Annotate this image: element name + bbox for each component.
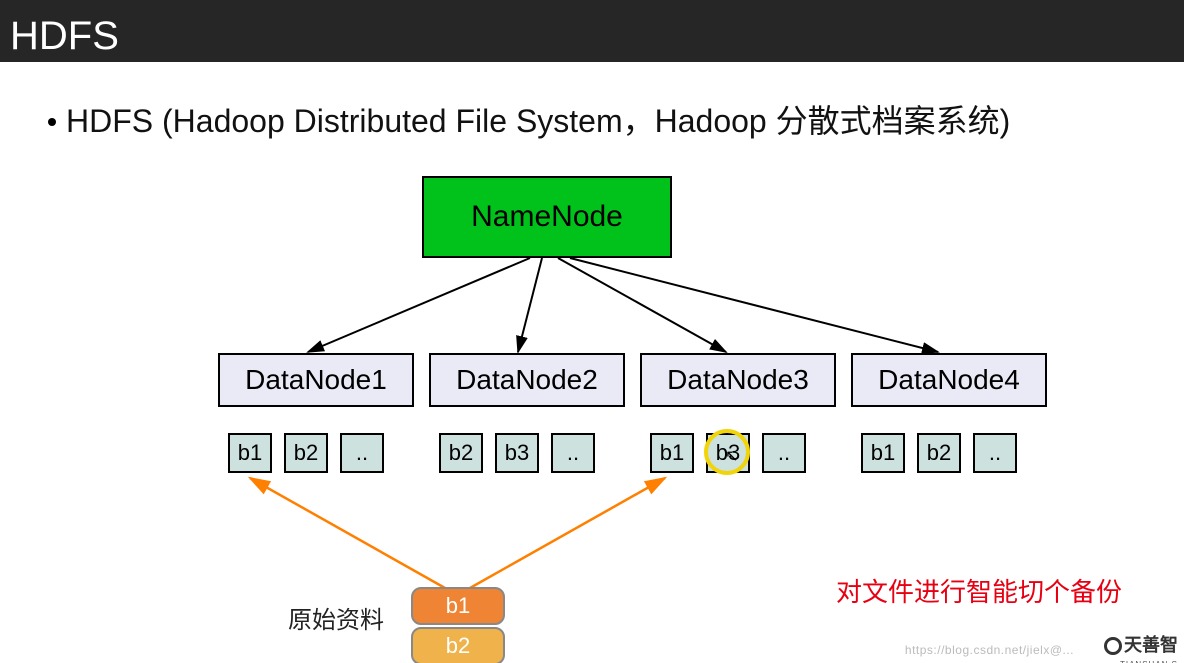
namenode-label: NameNode <box>471 200 623 234</box>
datanode2-box: DataNode2 <box>429 353 625 407</box>
origin-block-b1: b1 <box>411 587 505 625</box>
dn1-block-b2: b2 <box>284 433 328 473</box>
arrow-nn-dn1 <box>308 258 530 352</box>
dn2-block-b3-label: b3 <box>505 440 529 466</box>
dn2-block-more-label: .. <box>567 440 579 466</box>
dn4-block-b1-label: b1 <box>871 440 895 466</box>
dn3-block-b1: b1 <box>650 433 694 473</box>
dn2-block-b2-label: b2 <box>449 440 473 466</box>
dn4-block-b1: b1 <box>861 433 905 473</box>
dn4-block-b2-label: b2 <box>927 440 951 466</box>
logo-icon <box>1104 637 1122 655</box>
dn4-block-more-label: .. <box>989 440 1001 466</box>
dn2-block-more: .. <box>551 433 595 473</box>
logo-text: 天善智 <box>1104 631 1178 657</box>
dn1-block-b1-label: b1 <box>238 440 262 466</box>
origin-block-b2: b2 <box>411 627 505 663</box>
datanode4-label: DataNode4 <box>878 364 1020 396</box>
arrow-origin-b1-right <box>470 478 665 588</box>
arrow-origin-b1-left <box>250 478 445 588</box>
dn1-block-more: .. <box>340 433 384 473</box>
origin-block-b1-label: b1 <box>446 593 470 619</box>
arrow-nn-dn3 <box>558 258 726 352</box>
datanode3-label: DataNode3 <box>667 364 809 396</box>
hdfs-diagram: NameNode DataNode1 b1 b2 .. DataNode2 b2… <box>0 0 1184 663</box>
datanode1-label: DataNode1 <box>245 364 387 396</box>
highlight-circle-icon <box>704 429 750 475</box>
dn1-block-more-label: .. <box>356 440 368 466</box>
arrow-nn-dn2 <box>518 258 542 352</box>
datanode1-box: DataNode1 <box>218 353 414 407</box>
datanode3-box: DataNode3 <box>640 353 836 407</box>
dn2-block-b3: b3 <box>495 433 539 473</box>
dn4-block-more: .. <box>973 433 1017 473</box>
namenode-box: NameNode <box>422 176 672 258</box>
logo-label: 天善智 <box>1124 635 1178 655</box>
red-annotation: 对文件进行智能切个备份 <box>836 572 1122 609</box>
arrows-layer <box>0 0 1184 663</box>
dn3-block-more: .. <box>762 433 806 473</box>
dn3-block-b1-label: b1 <box>660 440 684 466</box>
datanode4-box: DataNode4 <box>851 353 1047 407</box>
dn1-block-b1: b1 <box>228 433 272 473</box>
watermark-text: https://blog.csdn.net/jielx@... <box>905 643 1074 657</box>
dn3-block-more-label: .. <box>778 440 790 466</box>
arrow-nn-dn4 <box>570 258 938 352</box>
dn1-block-b2-label: b2 <box>294 440 318 466</box>
origin-block-b2-label: b2 <box>446 633 470 659</box>
datanode2-label: DataNode2 <box>456 364 598 396</box>
origin-label: 原始资料 <box>288 600 384 635</box>
dn2-block-b2: b2 <box>439 433 483 473</box>
dn4-block-b2: b2 <box>917 433 961 473</box>
